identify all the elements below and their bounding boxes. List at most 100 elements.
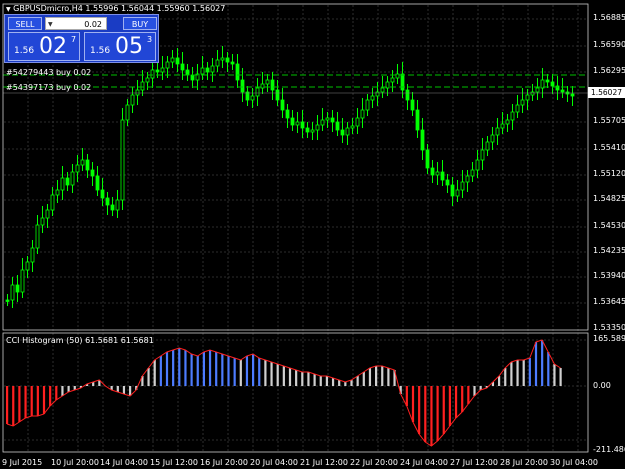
histogram-bar (498, 376, 501, 386)
candle-body (335, 121, 340, 131)
candle-body (80, 159, 85, 166)
histogram-bar (553, 364, 556, 386)
time-label: 24 Jul 04:00 (400, 458, 448, 467)
histogram-bar (559, 368, 562, 386)
time-label: 15 Jul 12:00 (150, 458, 198, 467)
candle-body (425, 149, 430, 169)
current-price-label: 1.56027 (588, 87, 625, 98)
candle-body (495, 127, 500, 136)
candle-body (135, 89, 140, 96)
candle-body (115, 199, 120, 211)
candle-body (300, 121, 305, 129)
candle-body (275, 89, 280, 101)
histogram-bar (42, 386, 46, 414)
candle-body (365, 99, 370, 111)
candle-body (295, 121, 300, 126)
candle-body (210, 65, 215, 73)
time-label: 28 Jul 20:00 (500, 458, 548, 467)
candle-body (315, 124, 320, 131)
candle-body (280, 99, 285, 111)
candle-body (160, 67, 165, 73)
candle-body (470, 169, 475, 177)
histogram-bar (325, 376, 328, 386)
chart-canvas[interactable] (0, 0, 625, 469)
candle-body (255, 87, 260, 97)
order-label-1[interactable]: #54279443 buy 0.02 (6, 68, 91, 78)
histogram-bar (541, 340, 544, 386)
price-tick: 1.53645 (593, 297, 625, 306)
candle-body (110, 204, 115, 211)
histogram-bar (233, 358, 236, 386)
histogram-bar (202, 352, 205, 386)
histogram-bar (534, 342, 538, 386)
time-label: 20 Jul 04:00 (250, 458, 298, 467)
price-tick: 1.55705 (593, 116, 625, 125)
candle-body (175, 57, 180, 65)
price-tick: 1.55120 (593, 169, 625, 178)
candle-body (85, 159, 90, 171)
candle-body (40, 217, 45, 226)
buy-quote[interactable]: 1.56 05 3 (84, 32, 156, 61)
indicator-frame (2, 332, 589, 453)
lot-input[interactable]: ▼ 0.02 (45, 17, 107, 30)
candle-body (45, 209, 50, 219)
symbol-info: GBPUSDmicro,H4 1.55996 1.56044 1.55960 1… (13, 4, 226, 13)
candle-body (140, 81, 145, 91)
histogram-bar (172, 350, 175, 386)
candle-body (65, 177, 70, 186)
price-tick: 1.53350 (593, 323, 625, 332)
candle-body (150, 69, 155, 79)
histogram-bar (18, 386, 21, 422)
price-tick: 1.56590 (593, 40, 625, 49)
price-tick: 1.53940 (593, 271, 625, 280)
candle-body (320, 119, 325, 126)
candle-body (55, 189, 60, 196)
histogram-bar (61, 386, 64, 396)
histogram-bar (504, 368, 507, 386)
price-tick: 1.54530 (593, 221, 625, 230)
candle-body (325, 117, 330, 121)
candle-body (500, 123, 505, 129)
candle-body (310, 129, 315, 133)
candle-body (550, 81, 555, 87)
candle-body (405, 89, 410, 101)
candle-body (215, 59, 220, 67)
histogram-bar (454, 386, 458, 418)
histogram-bar (528, 358, 531, 386)
candle-body (60, 177, 65, 191)
candle-body (240, 79, 245, 93)
candle-body (15, 284, 20, 293)
histogram-bar (159, 356, 162, 386)
candle-body (490, 134, 495, 143)
histogram-bar (295, 370, 298, 386)
sell-button[interactable]: SELL (8, 17, 42, 30)
candle-body (155, 69, 160, 73)
candle-body (25, 261, 30, 271)
histogram-bar (184, 350, 187, 386)
candle-body (415, 109, 420, 131)
candle-body (200, 67, 205, 75)
candle-body (185, 69, 190, 76)
candle-body (180, 63, 185, 71)
histogram-bar (6, 386, 9, 424)
histogram-bar (12, 386, 15, 426)
candle-body (35, 224, 40, 249)
histogram-bar (467, 386, 470, 404)
candle-body (515, 104, 520, 113)
time-label: 21 Jul 12:00 (300, 458, 348, 467)
candle-body (285, 109, 290, 119)
sell-quote[interactable]: 1.56 02 7 (8, 32, 80, 61)
histogram-bar (356, 376, 359, 386)
candle-body (250, 95, 255, 101)
candle-body (125, 104, 130, 121)
histogram-bar (165, 352, 169, 386)
order-label-2[interactable]: #54397173 buy 0.02 (6, 83, 91, 93)
buy-button[interactable]: BUY (123, 17, 157, 30)
candle-body (165, 61, 170, 69)
candle-body (560, 89, 565, 93)
histogram-bar (49, 386, 52, 406)
candle-body (510, 111, 515, 121)
histogram-bar (147, 368, 150, 386)
candle-body (355, 117, 360, 127)
lot-down-icon[interactable]: ▼ (48, 18, 53, 31)
